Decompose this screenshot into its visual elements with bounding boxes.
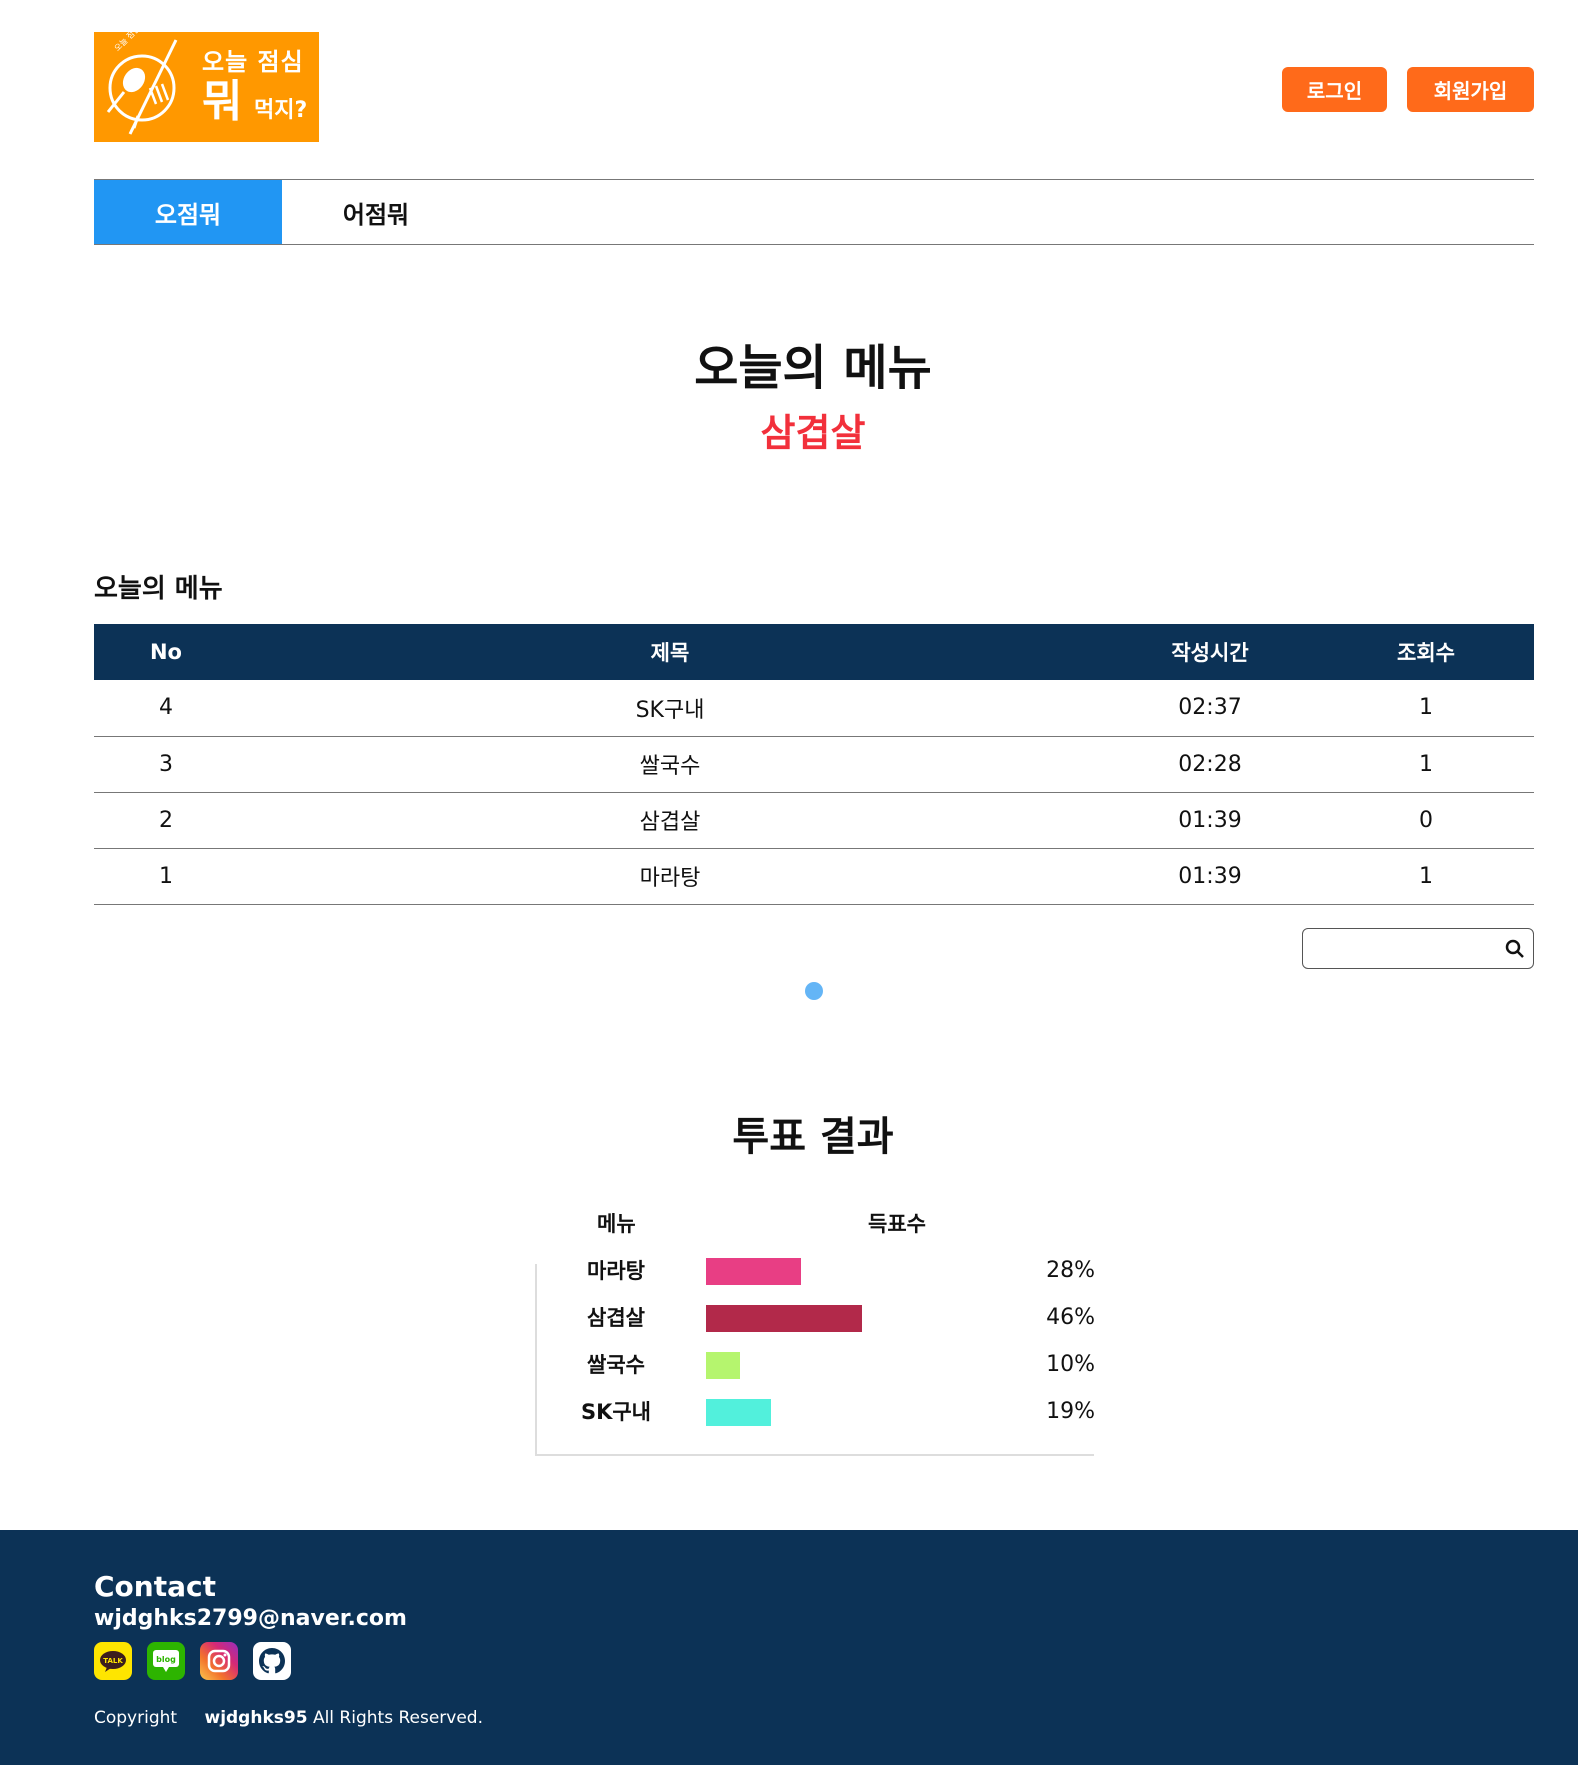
logo-line1: 오늘 점심 bbox=[202, 48, 304, 76]
footer-contact-title: Contact bbox=[94, 1570, 216, 1603]
vote-col-count: 득표수 bbox=[868, 1212, 926, 1236]
menu-table: No 제목 작성시간 조회수 4 SK구내 02:37 1 3 쌀국수 02:2… bbox=[94, 624, 1534, 905]
cell-views: 0 bbox=[1318, 792, 1534, 849]
kakaotalk-icon[interactable]: TALK bbox=[94, 1642, 132, 1680]
vote-menu-name: 쌀국수 bbox=[587, 1353, 645, 1377]
vote-percent: 19% bbox=[1046, 1399, 1095, 1424]
cell-time: 02:28 bbox=[1102, 736, 1318, 793]
vote-row: 마라탕 28% bbox=[560, 1256, 1095, 1286]
search-box bbox=[1302, 928, 1534, 969]
signup-button[interactable]: 회원가입 bbox=[1407, 67, 1534, 112]
vote-title: 투표 결과 bbox=[732, 1114, 894, 1160]
github-icon[interactable] bbox=[253, 1642, 291, 1680]
table-row[interactable]: 1 마라탕 01:39 1 bbox=[94, 848, 1534, 905]
vote-row: SK구내 19% bbox=[560, 1397, 1095, 1427]
vote-row: 삼겹살 46% bbox=[560, 1303, 1095, 1333]
cell-time: 01:39 bbox=[1102, 792, 1318, 849]
vote-bar bbox=[706, 1305, 863, 1332]
cell-no: 2 bbox=[94, 792, 238, 849]
vote-menu-name: 삼겹살 bbox=[587, 1306, 645, 1330]
vote-col-menu: 메뉴 bbox=[597, 1212, 636, 1236]
col-header-title: 제목 bbox=[238, 624, 1102, 680]
copyright-label: Copyright bbox=[94, 1708, 178, 1728]
cell-title-link[interactable]: 삼겹살 bbox=[238, 792, 1102, 849]
board-section-title: 오늘의 메뉴 bbox=[94, 574, 223, 604]
table-row[interactable]: 4 SK구내 02:37 1 bbox=[94, 680, 1534, 737]
vote-menu-name: SK구내 bbox=[580, 1400, 652, 1424]
today-menu-title: 오늘의 메뉴 bbox=[694, 340, 932, 396]
cell-views: 1 bbox=[1318, 680, 1534, 737]
vote-bar bbox=[706, 1258, 802, 1285]
cell-time: 01:39 bbox=[1102, 848, 1318, 905]
cell-title-link[interactable]: 마라탕 bbox=[238, 848, 1102, 905]
cell-no: 3 bbox=[94, 736, 238, 793]
tab-eojeommwo[interactable]: 어점뭐 bbox=[282, 180, 470, 244]
copyright-rights: All Rights Reserved. bbox=[312, 1708, 483, 1728]
vote-bar bbox=[706, 1352, 740, 1379]
logo-line3: 먹지? bbox=[254, 98, 308, 123]
cell-views: 1 bbox=[1318, 848, 1534, 905]
cell-no: 4 bbox=[94, 680, 238, 737]
vote-percent: 10% bbox=[1046, 1352, 1095, 1377]
table-row[interactable]: 3 쌀국수 02:28 1 bbox=[94, 736, 1534, 793]
svg-text:blog: blog bbox=[156, 1655, 176, 1664]
vote-frame-left bbox=[535, 1264, 537, 1456]
vote-menu-name: 마라탕 bbox=[587, 1259, 645, 1283]
search-input[interactable] bbox=[1311, 935, 1491, 963]
tab-ojeommwo[interactable]: 오점뭐 bbox=[94, 180, 282, 244]
pagination-dot-active[interactable] bbox=[805, 982, 823, 1000]
logo-line2: 뭐 bbox=[202, 76, 243, 127]
footer-social-icons: TALK blog bbox=[94, 1642, 291, 1680]
cell-title-link[interactable]: 쌀국수 bbox=[238, 736, 1102, 793]
today-menu-value: 삼겹살 bbox=[760, 411, 866, 455]
vote-percent: 28% bbox=[1046, 1258, 1095, 1283]
site-logo[interactable]: 오늘 점심 뭐 먹지? 오늘 점심 뭐 먹지? bbox=[94, 2, 319, 142]
copyright-owner: wjdghks95 bbox=[204, 1708, 308, 1728]
blog-icon[interactable]: blog bbox=[147, 1642, 185, 1680]
cell-title-link[interactable]: SK구내 bbox=[238, 680, 1102, 737]
col-header-time: 작성시간 bbox=[1102, 624, 1318, 680]
footer: Contact wjdghks2799@naver.com TALK blog bbox=[0, 1530, 1578, 1765]
main-tabs: 오점뭐 어점뭐 bbox=[94, 179, 1534, 245]
footer-copyright: Copyright wjdghks95 All Rights Reserved. bbox=[94, 1708, 483, 1728]
search-icon[interactable] bbox=[1505, 939, 1525, 959]
cell-views: 1 bbox=[1318, 736, 1534, 793]
instagram-icon[interactable] bbox=[200, 1642, 238, 1680]
table-row[interactable]: 2 삼겹살 01:39 0 bbox=[94, 792, 1534, 849]
vote-row: 쌀국수 10% bbox=[560, 1350, 1095, 1380]
cell-time: 02:37 bbox=[1102, 680, 1318, 737]
vote-percent: 46% bbox=[1046, 1305, 1095, 1330]
cell-no: 1 bbox=[94, 848, 238, 905]
fork-spoon-icon bbox=[106, 39, 178, 135]
login-button[interactable]: 로그인 bbox=[1282, 67, 1387, 112]
table-header-row: No 제목 작성시간 조회수 bbox=[94, 624, 1534, 680]
col-header-no: No bbox=[94, 624, 238, 680]
vote-frame-bottom bbox=[535, 1454, 1094, 1456]
col-header-views: 조회수 bbox=[1318, 624, 1534, 680]
svg-text:TALK: TALK bbox=[103, 1657, 123, 1665]
vote-bar bbox=[706, 1399, 771, 1426]
footer-email[interactable]: wjdghks2799@naver.com bbox=[94, 1606, 407, 1631]
